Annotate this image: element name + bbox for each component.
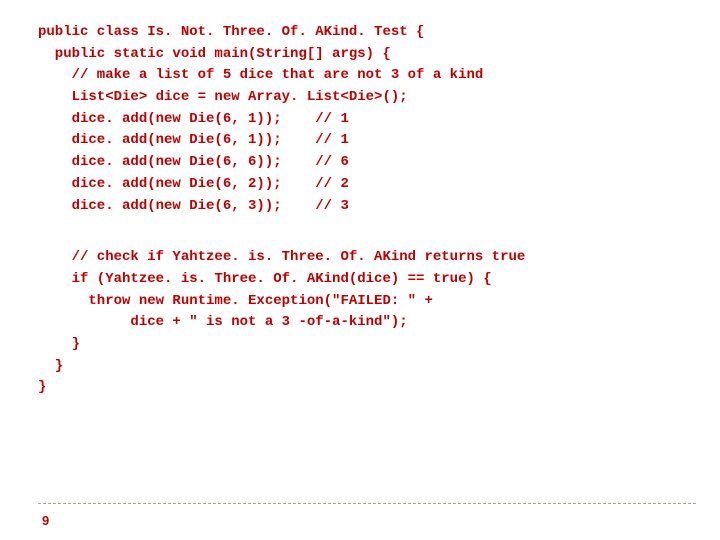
page-number: 9 xyxy=(42,513,49,528)
code-line: dice. add(new Die(6, 3)); // 3 xyxy=(38,198,349,214)
code-line: // check if Yahtzee. is. Three. Of. AKin… xyxy=(38,249,525,265)
code-line: dice + " is not a 3 -of-a-kind"); xyxy=(38,314,408,330)
code-line: dice. add(new Die(6, 1)); // 1 xyxy=(38,111,349,127)
code-line: throw new Runtime. Exception("FAILED: " … xyxy=(38,293,433,309)
divider xyxy=(38,503,696,504)
code-line: } xyxy=(38,379,46,395)
code-line: dice. add(new Die(6, 6)); // 6 xyxy=(38,154,349,170)
code-line: public static void main(String[] args) { xyxy=(38,46,391,62)
code-line: // make a list of 5 dice that are not 3 … xyxy=(38,67,483,83)
code-line: List<Die> dice = new Array. List<Die>(); xyxy=(38,89,408,105)
code-line: } xyxy=(38,358,63,374)
code-line: public class Is. Not. Three. Of. AKind. … xyxy=(38,24,424,40)
code-line: if (Yahtzee. is. Three. Of. AKind(dice) … xyxy=(38,271,492,287)
code-block: public class Is. Not. Three. Of. AKind. … xyxy=(38,22,690,399)
code-line: dice. add(new Die(6, 1)); // 1 xyxy=(38,132,349,148)
code-line: dice. add(new Die(6, 2)); // 2 xyxy=(38,176,349,192)
code-line: } xyxy=(38,336,80,352)
